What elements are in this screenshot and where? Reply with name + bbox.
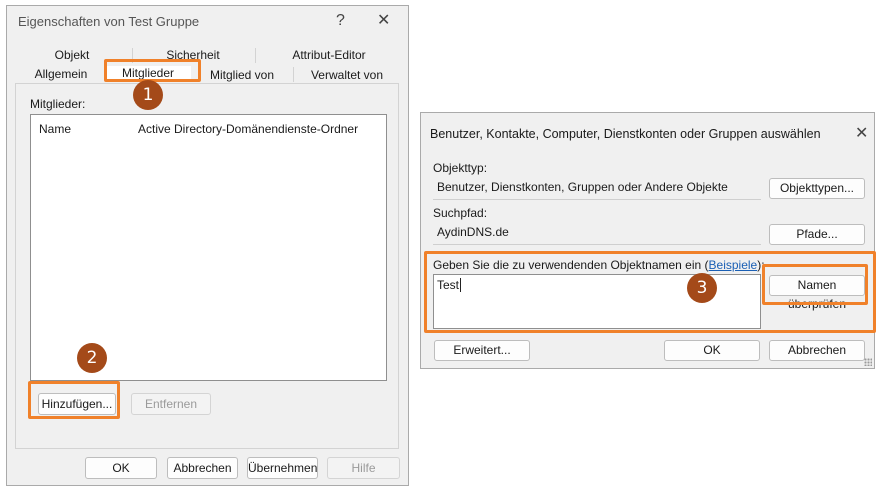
ok-button[interactable]: OK xyxy=(664,340,760,361)
close-icon[interactable]: ✕ xyxy=(855,126,868,142)
members-list[interactable]: Name Active Directory-Domänendienste-Ord… xyxy=(30,114,387,381)
paths-button[interactable]: Pfade... xyxy=(769,224,865,245)
object-type-field: Benutzer, Dienstkonten, Gruppen oder And… xyxy=(433,176,761,200)
callout-check-names-button xyxy=(762,264,868,305)
tab-mitglied-von[interactable]: Mitglied von xyxy=(199,68,285,82)
search-path-field: AydinDNS.de xyxy=(433,221,761,245)
tab-separator xyxy=(255,48,256,63)
callout-add-button xyxy=(28,381,120,419)
tab-attribut-editor[interactable]: Attribut-Editor xyxy=(259,48,399,62)
advanced-button[interactable]: Erweitert... xyxy=(434,340,530,361)
close-icon[interactable]: ✕ xyxy=(377,13,390,29)
object-type-label: Objekttyp: xyxy=(433,161,488,175)
ok-button[interactable]: OK xyxy=(85,457,157,479)
resize-grip-icon[interactable] xyxy=(864,358,872,366)
column-header-folder[interactable]: Active Directory-Domänendienste-Ordner xyxy=(138,122,358,136)
tab-allgemein[interactable]: Allgemein xyxy=(21,67,101,81)
help-icon[interactable]: ? xyxy=(336,13,345,29)
column-header-name[interactable]: Name xyxy=(39,122,71,136)
step-badge-2: 2 xyxy=(77,343,107,373)
dialog-title: Benutzer, Kontakte, Computer, Dienstkont… xyxy=(430,127,821,141)
tab-verwaltet-von[interactable]: Verwaltet von xyxy=(297,68,397,82)
object-types-button[interactable]: Objekttypen... xyxy=(769,178,865,199)
help-button[interactable]: Hilfe xyxy=(327,457,400,479)
members-label: Mitglieder: xyxy=(30,97,86,111)
cancel-button[interactable]: Abbrechen xyxy=(167,457,238,479)
search-path-label: Suchpfad: xyxy=(433,206,488,220)
step-badge-3: 3 xyxy=(687,273,717,303)
remove-button[interactable]: Entfernen xyxy=(131,393,211,415)
dialog-title: Eigenschaften von Test Gruppe xyxy=(18,14,200,29)
callout-members-tab xyxy=(104,59,201,82)
cancel-button[interactable]: Abbrechen xyxy=(769,340,865,361)
tab-separator xyxy=(293,67,294,82)
step-badge-1: 1 xyxy=(133,80,163,110)
apply-button[interactable]: Übernehmen xyxy=(247,457,318,479)
